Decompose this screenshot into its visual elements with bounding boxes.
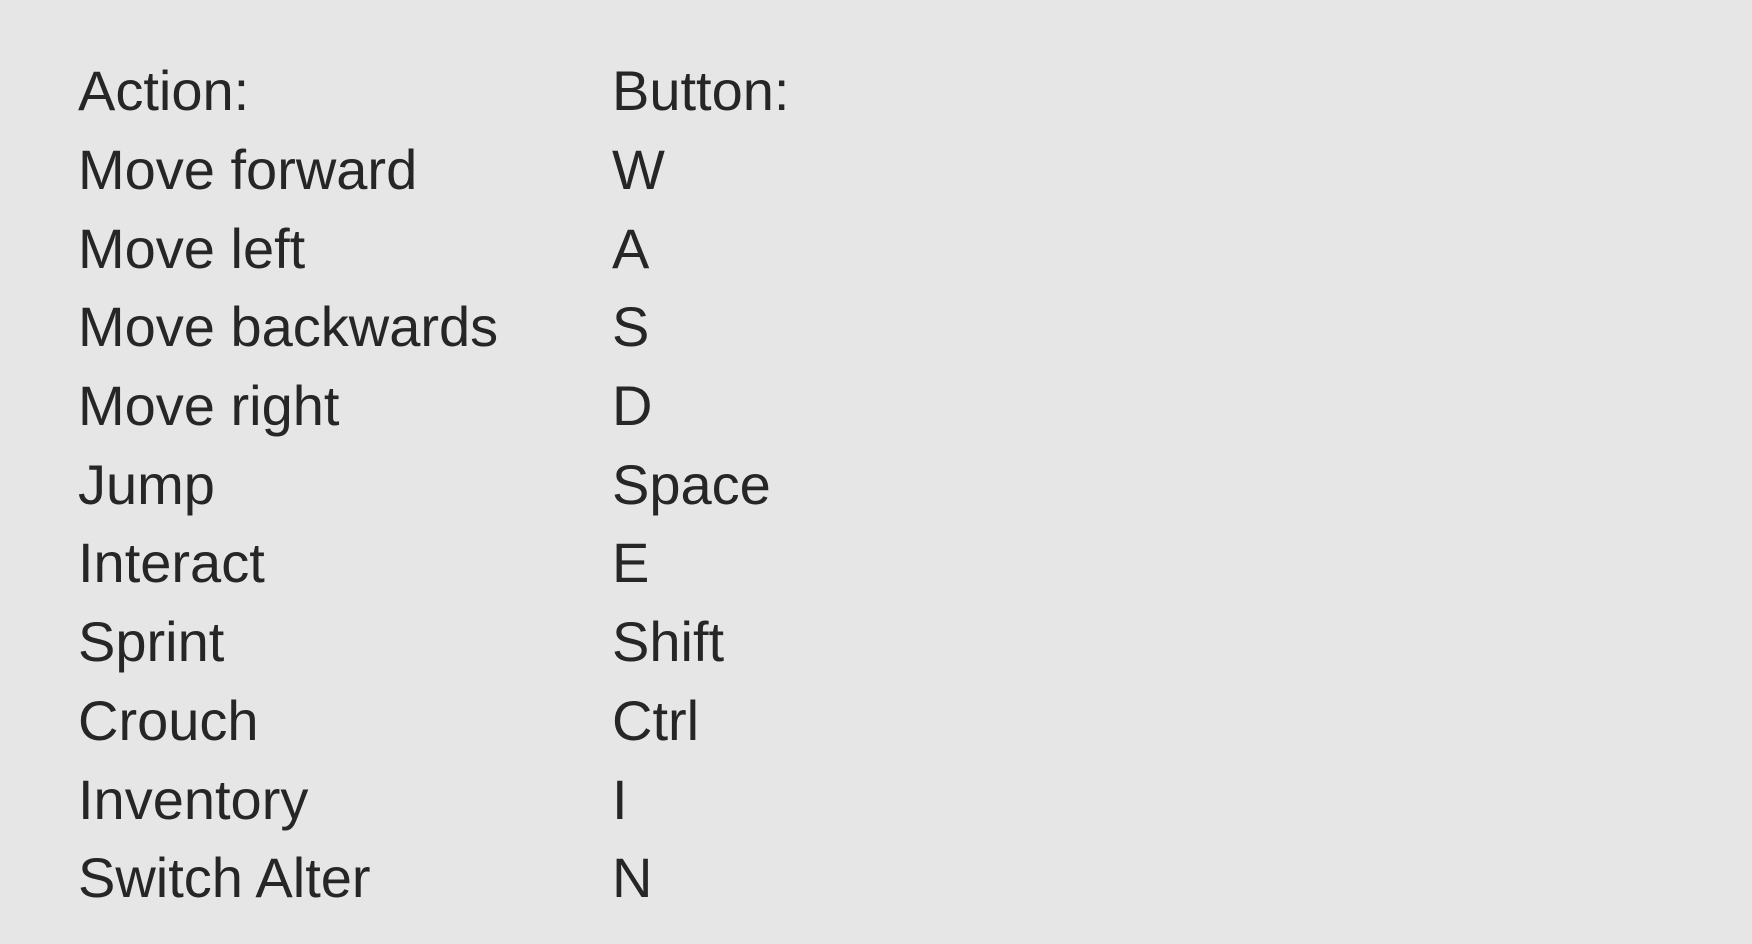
key-label: W <box>612 138 665 202</box>
binding-row-move-backwards: Move backwards S <box>78 288 978 367</box>
action-label: Jump <box>78 452 215 516</box>
key-label: Space <box>612 452 771 516</box>
key-label: A <box>612 216 650 280</box>
key-label: Shift <box>612 610 725 674</box>
binding-row-move-forward: Move forward W <box>78 131 978 210</box>
binding-row-sprint: Sprint Shift <box>78 603 978 682</box>
binding-row-inventory: Inventory I <box>78 760 978 839</box>
header-row: Action: Button: <box>78 52 978 131</box>
binding-row-jump: Jump Space <box>78 445 978 524</box>
action-label: Crouch <box>78 688 259 752</box>
key-label: S <box>612 295 650 359</box>
action-label: Interact <box>78 531 265 595</box>
binding-row-move-left: Move left A <box>78 209 978 288</box>
action-label: Switch Alter <box>78 846 371 910</box>
controls-table: Action: Button: Move forward W Move left… <box>78 52 978 918</box>
button-column-header: Button: <box>612 59 790 123</box>
action-column-header: Action: <box>78 59 250 123</box>
key-label: N <box>612 846 653 910</box>
key-label: E <box>612 531 650 595</box>
binding-row-move-right: Move right D <box>78 367 978 446</box>
binding-row-crouch: Crouch Ctrl <box>78 682 978 761</box>
key-label: D <box>612 374 653 438</box>
action-label: Move left <box>78 216 306 280</box>
action-label: Move forward <box>78 138 418 202</box>
key-label: I <box>612 767 628 831</box>
action-label: Move backwards <box>78 295 499 359</box>
action-label: Inventory <box>78 767 309 831</box>
key-label: Ctrl <box>612 688 700 752</box>
binding-row-interact: Interact E <box>78 524 978 603</box>
action-label: Sprint <box>78 610 225 674</box>
binding-row-switch-alter: Switch Alter N <box>78 839 978 918</box>
action-label: Move right <box>78 374 340 438</box>
